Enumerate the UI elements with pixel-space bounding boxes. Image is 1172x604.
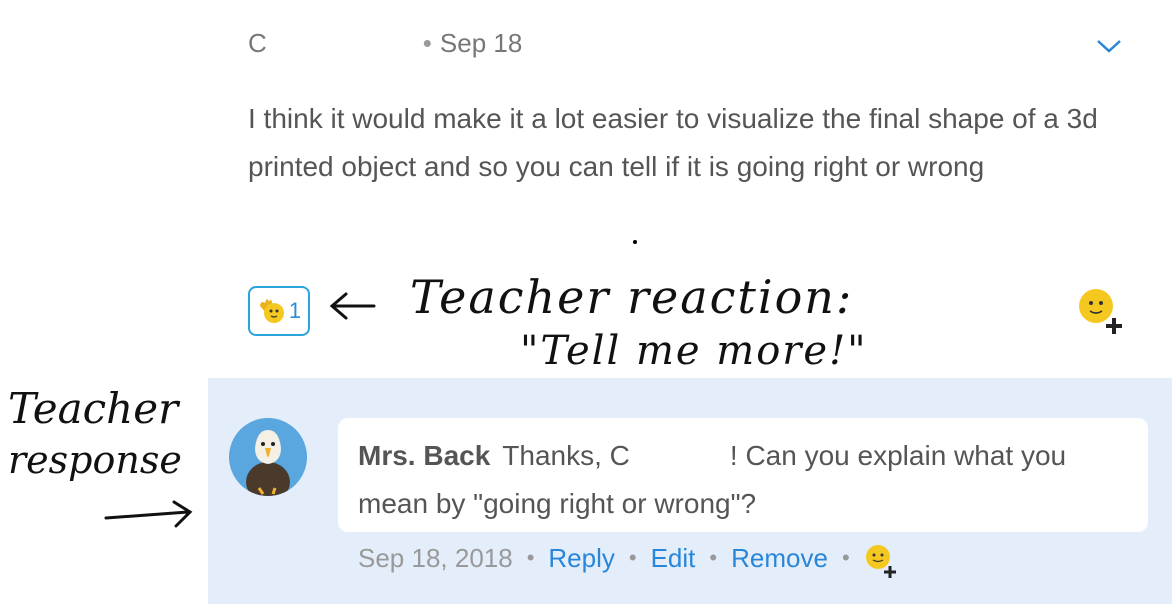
annotation-arrow-right — [104, 500, 193, 528]
reply-author: Mrs. Back — [358, 440, 491, 471]
edit-link[interactable]: Edit — [651, 543, 696, 574]
chevron-down-icon[interactable] — [1096, 36, 1122, 56]
reply-bubble: Mrs. Back Thanks, C! Can you explain what… — [338, 418, 1148, 532]
reply-text-start: Thanks, C — [502, 440, 630, 471]
annotation-response: response — [8, 438, 182, 482]
post-date: Sep 18 — [439, 28, 523, 58]
reply-date: Sep 18, 2018 — [358, 542, 513, 573]
reply-link[interactable]: Reply — [548, 543, 614, 574]
meta-separator: • — [709, 545, 718, 570]
post-header: C • Sep 18 — [248, 28, 522, 59]
waving-hand-emoji-icon — [259, 299, 284, 323]
avatar — [229, 418, 307, 496]
annotation-teacher: Teacher — [8, 384, 179, 433]
eagle-icon — [246, 430, 290, 496]
remove-link[interactable]: Remove — [731, 543, 828, 574]
meta-separator: • — [526, 545, 535, 570]
meta-separator: • — [841, 545, 850, 570]
stray-dot — [633, 240, 637, 244]
post-author: C — [248, 28, 267, 58]
post-body: I think it would make it a lot easier to… — [248, 103, 1098, 182]
header-separator: • — [422, 28, 432, 58]
annotation-arrow-left — [329, 292, 376, 320]
add-reaction-icon[interactable] — [1076, 288, 1126, 338]
reply-meta: Sep 18, 2018 • Reply • Edit • Remove • — [358, 540, 898, 578]
reaction-badge[interactable]: 1 — [248, 286, 310, 336]
annotation-teacher-reaction: Teacher reaction: — [410, 270, 854, 324]
annotation-tell-me-more: "Tell me more!" — [520, 328, 868, 374]
add-reaction-icon[interactable] — [864, 544, 898, 580]
meta-separator: • — [628, 545, 637, 570]
reaction-count: 1 — [288, 298, 302, 323]
